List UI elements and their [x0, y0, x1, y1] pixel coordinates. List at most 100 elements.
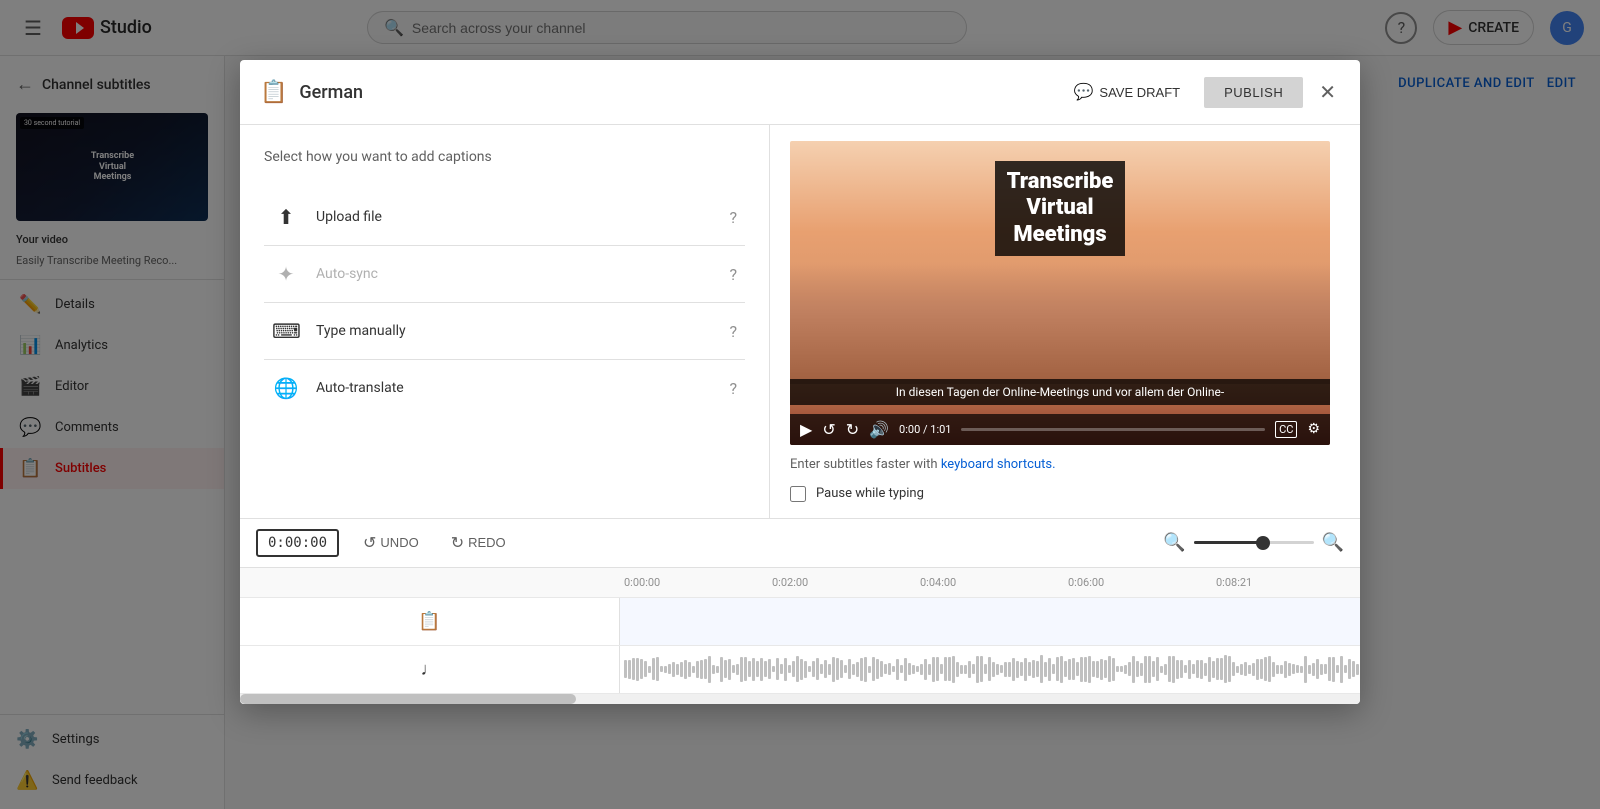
modal-header: 📋 German 💬 SAVE DRAFT PUBLISH ✕ [240, 60, 1360, 125]
upload-help-icon[interactable]: ? [729, 208, 737, 227]
autotranslate-option[interactable]: 🌐 Auto-translate ? [264, 360, 745, 416]
waveform-bar [1012, 658, 1015, 681]
waveform-bar [900, 665, 903, 673]
waveform-bar [828, 664, 831, 675]
caption-options-list: ⬆ Upload file ? ✦ Auto-sync ? ⌨ Type man… [264, 189, 745, 416]
waveform-bar [1240, 664, 1243, 675]
waveform-bar [1088, 656, 1091, 683]
waveform-bar [1100, 659, 1103, 680]
waveform-bar [696, 661, 699, 678]
video-settings-icon[interactable]: ⚙ [1307, 421, 1320, 437]
zoom-out-icon[interactable]: 🔍 [1163, 532, 1185, 553]
waveform-bar [720, 657, 723, 682]
waveform-bar [1268, 656, 1271, 682]
forward-button[interactable]: ↻ [846, 420, 859, 439]
upload-file-option[interactable]: ⬆ Upload file ? [264, 189, 745, 246]
autosync-icon: ✦ [272, 262, 300, 286]
waveform-bar [1248, 665, 1251, 674]
waveform-bar [1356, 664, 1359, 675]
waveform-bar [1264, 657, 1267, 681]
waveform-bar [1052, 664, 1055, 674]
redo-button[interactable]: ↻ REDO [443, 529, 514, 557]
waveform-bar [724, 660, 727, 678]
waveform-bar [712, 665, 715, 674]
waveform-bar [1024, 658, 1027, 681]
autosync-help-icon: ? [729, 265, 737, 284]
video-player: Transcribe Virtual Meetings In diesen Ta… [790, 141, 1330, 445]
zoom-controls: 🔍 🔍 [1163, 532, 1344, 553]
autotranslate-help-icon[interactable]: ? [729, 379, 737, 398]
pause-while-typing-checkbox[interactable] [790, 486, 806, 502]
waveform-bar [1036, 661, 1039, 677]
waveform-bar [1216, 658, 1219, 680]
waveform-bar [968, 661, 971, 678]
waveform-bar [1056, 657, 1059, 681]
waveform-bar [820, 664, 823, 674]
play-button[interactable]: ▶ [800, 420, 812, 439]
waveform-bar [1348, 659, 1351, 679]
caption-panel-title: Select how you want to add captions [264, 149, 745, 165]
close-icon[interactable]: ✕ [1315, 76, 1340, 108]
waveform-bar [928, 664, 931, 675]
waveform-bar [984, 664, 987, 674]
waveform-bar [704, 659, 707, 679]
waveform-bar [1208, 657, 1211, 682]
waveform-bar [728, 659, 731, 680]
waveform-bar [628, 660, 631, 679]
caption-options-panel: Select how you want to add captions ⬆ Up… [240, 125, 770, 518]
subtitle-modal: 📋 German 💬 SAVE DRAFT PUBLISH ✕ Select h… [240, 60, 1360, 704]
type-manually-help-icon[interactable]: ? [729, 322, 737, 341]
waveform-bar [788, 665, 791, 673]
waveform-bar [936, 657, 939, 681]
waveform-bar [884, 664, 887, 674]
undo-button[interactable]: ↺ UNDO [355, 529, 427, 557]
timeline-scrollbar-thumb[interactable] [240, 694, 576, 704]
waveform-bar [992, 662, 995, 677]
timeline-mark-2: 0:04:00 [916, 576, 1064, 589]
waveform-bar [864, 657, 867, 682]
waveform-bar [1168, 656, 1171, 682]
waveform-bar [1232, 662, 1235, 676]
waveform-bar [1040, 655, 1043, 683]
waveform-bar [772, 666, 775, 672]
waveform-bar [1176, 660, 1179, 679]
pause-while-typing-label[interactable]: Pause while typing [816, 486, 924, 501]
type-manually-label: Type manually [316, 323, 713, 339]
zoom-slider[interactable] [1194, 541, 1314, 544]
timeline-section: 0:00:00 ↺ UNDO ↻ REDO 🔍 🔍 [240, 518, 1360, 704]
waveform-bar [1136, 661, 1139, 677]
timeline-tracks: 📋 ♩ [240, 598, 1360, 694]
waveform-bar [1112, 658, 1115, 681]
publish-button[interactable]: PUBLISH [1204, 77, 1303, 108]
zoom-in-icon[interactable]: 🔍 [1322, 532, 1344, 553]
keyboard-shortcuts-link[interactable]: keyboard shortcuts. [941, 457, 1056, 472]
waveform-bar [1084, 657, 1087, 682]
type-manually-option[interactable]: ⌨ Type manually ? [264, 303, 745, 360]
waveform-bar [732, 665, 735, 673]
waveform-bar [876, 659, 879, 679]
waveform-bar [1020, 662, 1023, 676]
waveform-bar [1252, 663, 1255, 676]
video-subtitle-bar: In diesen Tagen der Online-Meetings und … [790, 379, 1330, 405]
keyboard-icon: ⌨ [272, 319, 300, 343]
waveform-bar [1044, 662, 1047, 677]
waveform-bar [940, 664, 943, 674]
waveform-bar [1172, 656, 1175, 683]
waveform-bar [1204, 663, 1207, 676]
timeline-scrollbar[interactable] [240, 694, 1360, 704]
video-person-bg [790, 264, 1330, 384]
video-progress-bar[interactable] [961, 428, 1265, 431]
waveform-bar [1288, 663, 1291, 676]
redo-icon: ↻ [451, 533, 464, 553]
waveform-bar [1260, 659, 1263, 679]
waveform-bar [736, 664, 739, 675]
waveform-bar [1340, 656, 1343, 683]
video-controls: ▶ ↺ ↻ 🔊 0:00 / 1:01 CC ⚙ [790, 414, 1330, 445]
upload-label: Upload file [316, 209, 713, 225]
rewind-button[interactable]: ↺ [822, 420, 835, 439]
waveform-bar [1076, 662, 1079, 676]
cc-button[interactable]: CC [1275, 421, 1297, 438]
save-draft-button[interactable]: 💬 SAVE DRAFT [1062, 76, 1193, 108]
subtitle-track-content[interactable] [620, 598, 1360, 645]
volume-button[interactable]: 🔊 [869, 420, 889, 439]
